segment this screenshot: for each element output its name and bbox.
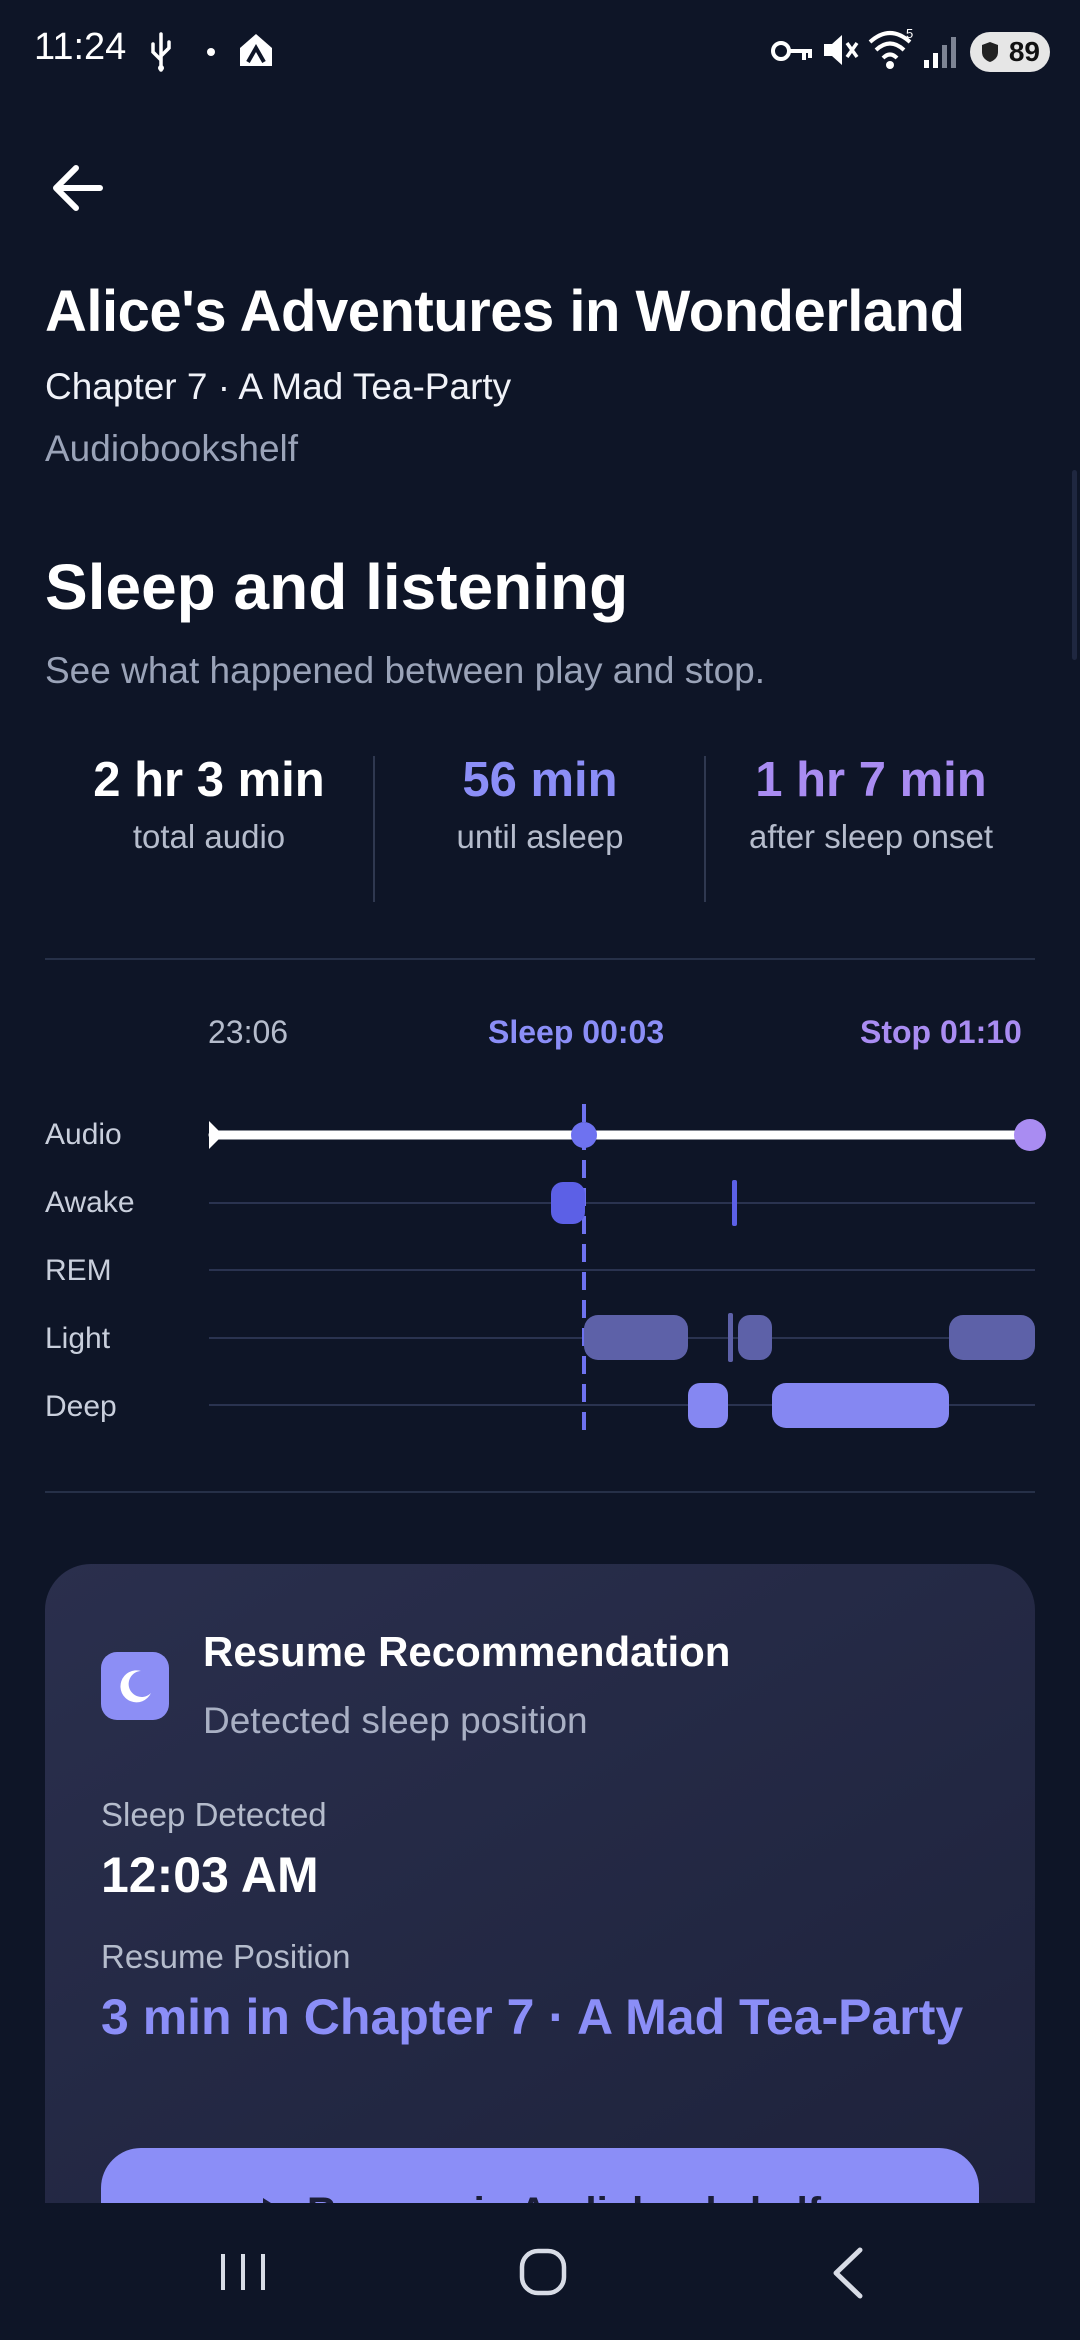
shield-icon — [982, 42, 998, 62]
stat-label: after sleep onset — [749, 818, 993, 855]
sleep-detected-value: 12:03 AM — [101, 1847, 319, 1903]
stat-label: total audio — [132, 818, 286, 855]
audio-start-marker — [209, 1121, 223, 1149]
stat-value: 56 min — [462, 753, 618, 807]
wifi-badge: 5 — [906, 26, 913, 41]
awake-segment — [551, 1182, 585, 1224]
recommendation-title: Resume Recommendation — [203, 1628, 731, 1675]
usb-icon — [151, 32, 171, 72]
deep-segment — [688, 1383, 728, 1428]
sleep-onset-marker — [571, 1122, 597, 1148]
stat-after-sleep: 1 hr 7 min after sleep onset — [706, 752, 1036, 856]
source-app: Audiobookshelf — [45, 428, 299, 469]
audio-stop-marker — [1014, 1119, 1046, 1151]
battery-level: 89 — [1008, 36, 1040, 67]
battery-indicator: 89 — [970, 32, 1050, 72]
recommendation-subtitle: Detected sleep position — [203, 1700, 588, 1741]
divider — [45, 958, 1035, 960]
home-icon — [519, 2248, 567, 2296]
section-title: Sleep and listening — [45, 551, 629, 623]
vpn-key-icon — [771, 41, 812, 61]
resume-position-label: Resume Position — [101, 1938, 351, 1975]
resume-position-value: 3 min in Chapter 7 · A Mad Tea-Party — [101, 1989, 964, 2045]
light-segment — [738, 1315, 772, 1360]
stat-value: 1 hr 7 min — [755, 753, 987, 807]
stat-value: 2 hr 3 min — [93, 753, 325, 807]
mute-icon — [824, 35, 859, 65]
timeline-start-label: 23:06 — [208, 1014, 289, 1050]
divider — [45, 1491, 1035, 1493]
home-button[interactable] — [514, 2238, 574, 2308]
signal-icon — [924, 37, 956, 68]
moon-icon-tile — [101, 1652, 169, 1720]
recent-apps-button[interactable] — [215, 2238, 275, 2308]
dot-icon — [207, 48, 215, 56]
system-back-button[interactable] — [820, 2238, 880, 2308]
recents-icon — [221, 2254, 265, 2290]
timeline-sleep-label: Sleep 00:03 — [488, 1014, 665, 1050]
light-segment — [584, 1315, 688, 1360]
status-time: 11:24 — [34, 26, 127, 68]
chapter-title: Chapter 7 · A Mad Tea-Party — [45, 366, 512, 407]
home-app-icon — [240, 34, 272, 66]
sleep-timeline-chart — [208, 1104, 1046, 1440]
arrow-left-icon — [53, 165, 103, 211]
sleep-detected-label: Sleep Detected — [101, 1796, 327, 1833]
scrollbar[interactable] — [1072, 470, 1077, 660]
chevron-left-icon — [833, 2247, 863, 2299]
section-subtitle: See what happened between play and stop. — [45, 650, 766, 691]
stat-until-asleep: 56 min until asleep — [375, 752, 705, 856]
awake-segment — [732, 1180, 737, 1226]
book-title: Alice's Adventures in Wonderland — [45, 279, 965, 344]
light-segment — [949, 1315, 1035, 1360]
light-segment — [728, 1313, 733, 1362]
moon-icon — [120, 1670, 151, 1703]
timeline-stop-label: Stop 01:10 — [860, 1014, 1022, 1050]
back-button[interactable] — [46, 158, 116, 218]
deep-segment — [772, 1383, 949, 1428]
stat-total-audio: 2 hr 3 min total audio — [44, 752, 374, 856]
wifi-icon: 5 — [868, 26, 913, 69]
stat-label: until asleep — [456, 818, 624, 855]
